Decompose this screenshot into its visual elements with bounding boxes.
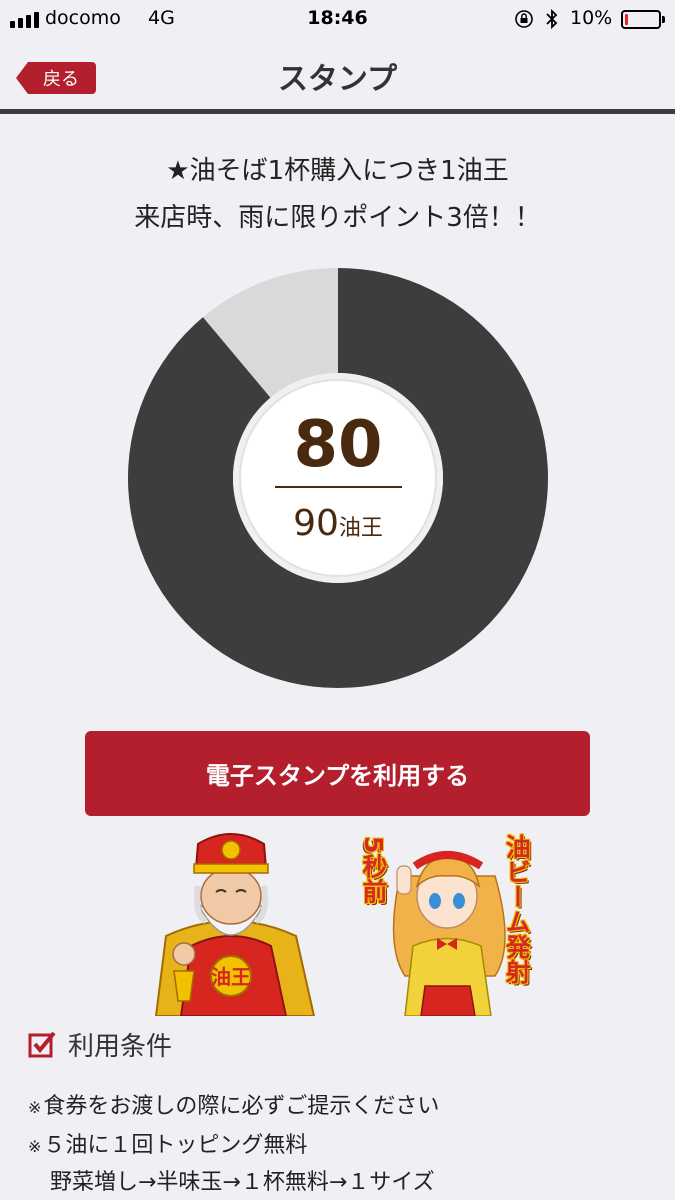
battery-percent: 10% [570, 7, 613, 29]
terms-line: 野菜増し→半味玉→１杯無料→１サイズ [50, 1170, 435, 1195]
terms-line: ※５油に１回トッピング無料 [28, 1127, 307, 1159]
caption-beam: 油ビーム発射 [502, 834, 532, 984]
checkbox-icon [28, 1031, 56, 1058]
target-points-row: 90油王 [238, 503, 438, 544]
note-mark: ※ [28, 1137, 42, 1156]
promo-line-2: 来店時、雨に限りポイント3倍！！ [134, 203, 541, 233]
king-character-image: 油王 [136, 826, 326, 1017]
target-points: 90 [293, 503, 339, 544]
center-divider [275, 486, 402, 488]
points-unit: 油王 [338, 516, 383, 541]
king-badge-text: 油王 [211, 965, 251, 989]
use-stamp-button[interactable]: 電子スタンプを利用する [85, 731, 590, 816]
caption-countdown: 5秒前 [359, 836, 388, 904]
promo-line-1: ★油そば1杯購入につき1油王 [166, 156, 509, 186]
status-bar: docomo 4G 18:46 10% [0, 0, 675, 38]
girl-character-image: 5秒前 油ビーム発射 [355, 826, 540, 1016]
terms-line-text: ５油に１回トッピング無料 [43, 1133, 308, 1158]
bluetooth-icon [546, 8, 558, 30]
terms-title: 利用条件 [68, 1031, 173, 1062]
current-points: 80 [293, 408, 383, 482]
terms-header: 利用条件 [28, 1027, 173, 1062]
rotation-lock-icon [515, 10, 533, 28]
stamp-progress-chart: 80 90油王 [128, 268, 548, 688]
progress-center: 80 90油王 [238, 378, 438, 578]
terms-line-text: 食券をお渡しの際に必ずご提示ください [43, 1094, 440, 1119]
battery-icon [621, 10, 665, 29]
nav-bar: 戻る スタンプ [0, 38, 675, 114]
stamp-screen: docomo 4G 18:46 10% 戻る スタンプ ★油そば1杯購入につき1… [0, 0, 675, 1200]
note-mark: ※ [28, 1098, 42, 1117]
page-title: スタンプ [277, 62, 398, 97]
terms-line: ※食券をお渡しの際に必ずご提示ください [28, 1088, 439, 1120]
